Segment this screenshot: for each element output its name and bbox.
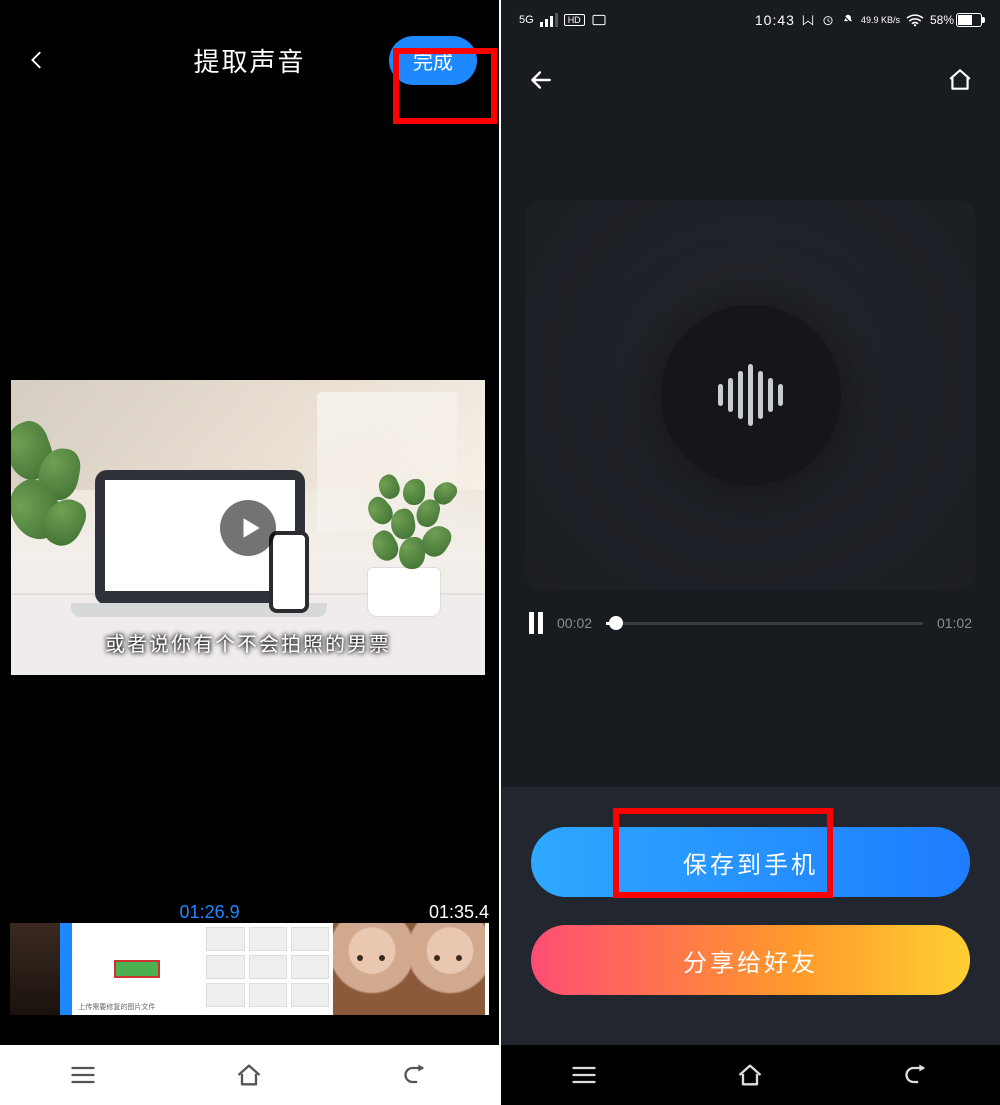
audio-waveform-icon [661, 305, 841, 485]
header [501, 40, 1000, 120]
nav-recent[interactable] [67, 1059, 99, 1091]
home-icon [736, 1061, 764, 1089]
done-button[interactable]: 完成 [389, 36, 477, 85]
nfc-icon [801, 13, 815, 27]
system-nav-bar [0, 1045, 499, 1105]
header: 提取声音 完成 [0, 0, 499, 120]
filmstrip-frame[interactable]: 上传需要修复的图片文件 [72, 923, 202, 1015]
signal-icon [540, 13, 558, 27]
video-subtitle: 或者说你有个不会拍照的男票 [105, 628, 391, 657]
content-area: 00:02 01:02 保存到手机 分享给好友 [501, 120, 1000, 1045]
filmstrip-frame[interactable] [411, 923, 489, 1015]
share-to-friends-button[interactable]: 分享给好友 [531, 925, 970, 995]
seek-bar[interactable] [606, 622, 923, 625]
network-speed: 49.9 KB/s [861, 16, 900, 25]
filmstrip-frame[interactable] [202, 923, 333, 1015]
video-preview[interactable]: 或者说你有个不会拍照的男票 [11, 380, 485, 675]
total-time: 01:35.4 [429, 902, 489, 923]
nav-back[interactable] [901, 1059, 933, 1091]
nav-home[interactable] [734, 1059, 766, 1091]
nav-back[interactable] [400, 1059, 432, 1091]
current-time: 01:26.9 [180, 902, 240, 923]
play-icon [237, 515, 263, 541]
arrow-left-icon [528, 67, 554, 93]
back-icon [903, 1061, 931, 1089]
alarm-icon [821, 13, 835, 27]
network-label: 5G [519, 14, 534, 26]
elapsed-time: 00:02 [557, 615, 592, 631]
filmstrip-caption: 上传需要修复的图片文件 [76, 1001, 198, 1013]
battery-pct: 58% [930, 13, 954, 27]
hd-badge: HD [564, 14, 585, 26]
nav-recent[interactable] [568, 1059, 600, 1091]
save-to-phone-button[interactable]: 保存到手机 [531, 827, 970, 897]
home-icon [947, 67, 973, 93]
back-button[interactable] [22, 45, 52, 75]
menu-icon [69, 1061, 97, 1089]
timeline-filmstrip[interactable]: 上传需要修复的图片文件 [10, 923, 489, 1015]
seek-thumb[interactable] [609, 616, 623, 630]
system-nav-bar [501, 1045, 1000, 1105]
home-button[interactable] [944, 64, 976, 96]
status-bar: 5G HD 10:43 49.9 KB/s 58% [501, 0, 1000, 40]
back-button[interactable] [525, 64, 557, 96]
action-panel: 保存到手机 分享给好友 [501, 787, 1000, 1045]
nav-home[interactable] [233, 1059, 265, 1091]
filmstrip-frame[interactable] [333, 923, 411, 1015]
wifi-icon [906, 13, 924, 27]
filmstrip-frame[interactable] [10, 923, 72, 1015]
status-time: 10:43 [755, 12, 795, 28]
trim-handle[interactable] [485, 923, 489, 1015]
screen-audio-result: 5G HD 10:43 49.9 KB/s 58% [501, 0, 1000, 1105]
battery-icon [956, 13, 982, 27]
duration-time: 01:02 [937, 615, 972, 631]
back-icon [402, 1061, 430, 1089]
home-icon [235, 1061, 263, 1089]
chevron-left-icon [26, 49, 48, 71]
play-button[interactable] [220, 500, 276, 556]
content-area: 或者说你有个不会拍照的男票 - 01:26.9 01:35.4 上传需要修复的图… [0, 120, 499, 1045]
card-icon [591, 12, 607, 28]
screen-extract-audio: 提取声音 完成 [0, 0, 499, 1105]
menu-icon [570, 1061, 598, 1089]
page-title: 提取声音 [193, 42, 305, 79]
pause-button[interactable] [529, 612, 543, 634]
mute-icon [841, 13, 855, 27]
audio-visual-card [525, 200, 976, 590]
timeline-timestamps: - 01:26.9 01:35.4 [0, 902, 499, 923]
audio-player: 00:02 01:02 [529, 612, 972, 634]
